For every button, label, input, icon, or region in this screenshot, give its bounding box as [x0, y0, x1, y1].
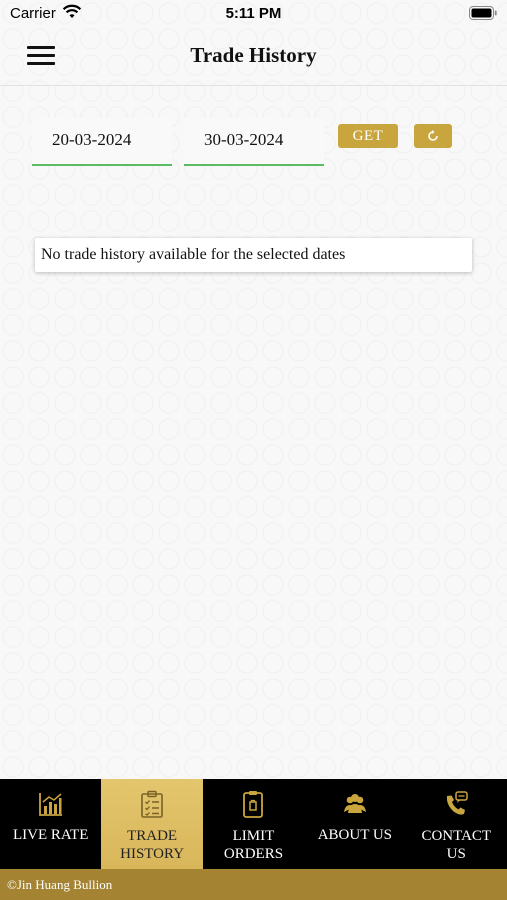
bottom-tab-bar: LIVE RATE TRADE HISTORY LIMIT ORDERS ABO… [0, 779, 507, 869]
tab-about-us-label: ABOUT US [317, 827, 393, 843]
refresh-icon [428, 130, 438, 141]
empty-message: No trade history available for the selec… [41, 246, 346, 263]
tab-trade-history[interactable]: TRADE HISTORY [101, 779, 203, 869]
tab-contact-us[interactable]: CONTACT US [406, 779, 507, 869]
from-date-field[interactable]: 20-03-2024 [32, 118, 172, 166]
to-date-field[interactable]: 30-03-2024 [184, 118, 324, 166]
page-title: Trade History [190, 43, 317, 67]
clipboard-icon [141, 790, 163, 818]
tab-about-us[interactable]: ABOUT US [304, 779, 405, 869]
battery-icon [469, 6, 497, 20]
refresh-button[interactable] [414, 124, 452, 148]
tab-live-rate-label: LIVE RATE [12, 827, 89, 843]
background-pattern [0, 0, 507, 778]
copyright-text: ©Jin Huang Bullion [7, 877, 113, 892]
tab-trade-history-label: TRADE HISTORY [120, 828, 185, 862]
clock: 5:11 PM [225, 5, 282, 22]
tab-limit-orders[interactable]: LIMIT ORDERS [203, 779, 304, 869]
footer: ©Jin Huang Bullion [0, 869, 507, 900]
order-icon [243, 791, 264, 818]
get-button[interactable]: GET [338, 124, 398, 148]
people-icon [343, 794, 366, 813]
phone-chat-icon [447, 791, 468, 815]
tab-contact-us-label: CONTACT US [421, 828, 492, 862]
tab-live-rate[interactable]: LIVE RATE [0, 779, 101, 869]
tab-limit-orders-label: LIMIT ORDERS [223, 828, 284, 862]
bar-chart-icon [38, 793, 62, 816]
to-date-value: 30-03-2024 [204, 130, 284, 149]
nav-bar: Trade History [0, 28, 507, 86]
from-date-value: 20-03-2024 [52, 130, 132, 149]
status-bar: Carrier 5:11 PM [0, 0, 507, 28]
empty-results-card: No trade history available for the selec… [35, 238, 472, 272]
